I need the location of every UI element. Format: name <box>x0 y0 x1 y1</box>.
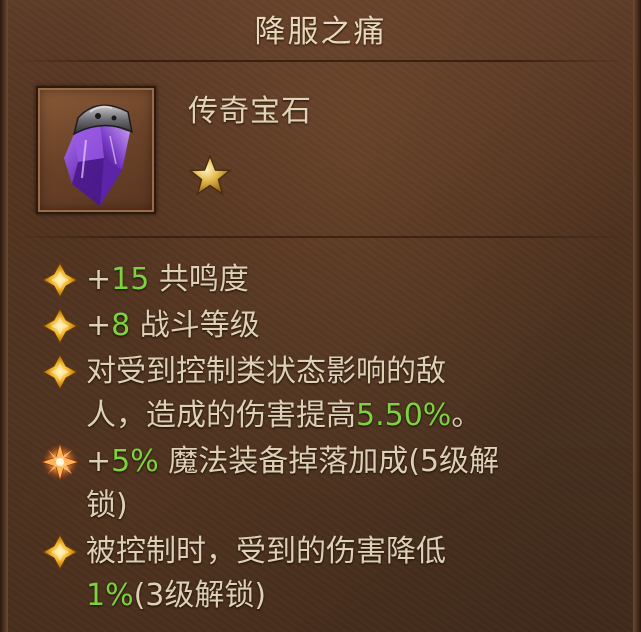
tooltip-right-edge <box>633 0 641 632</box>
stat-text: 魔法装备掉落加成(5级解 <box>158 444 500 479</box>
stat-value: 5% <box>111 444 159 479</box>
title-divider <box>12 60 629 62</box>
stat-line: 对受到控制类状态影响的敌 <box>86 350 446 394</box>
stat-entry: +8 战斗等级 <box>40 304 620 348</box>
stat-text: 人，造成的伤害提高 <box>86 398 356 433</box>
stat-line: +8 战斗等级 <box>86 304 260 348</box>
stat-entry: 对受到控制类状态影响的敌 人，造成的伤害提高5.50%。 <box>40 350 620 438</box>
stat-line: 1%(3级解锁) <box>86 574 266 618</box>
stat-line: 被控制时，受到的伤害降低 <box>86 530 446 574</box>
stat-text: 锁) <box>86 488 128 523</box>
stat-line: +5% 魔法装备掉落加成(5级解 <box>86 440 499 484</box>
stat-entry: 被控制时，受到的伤害降低 1%(3级解锁) <box>40 530 620 618</box>
gold-star-icon <box>187 153 233 196</box>
gold-diamond-bullet-icon <box>41 261 79 299</box>
stat-text: 战斗等级 <box>130 308 260 343</box>
stat-text: + <box>86 444 112 479</box>
orange-sparkle-bullet-icon <box>40 442 80 482</box>
stat-text: + <box>86 308 112 343</box>
stat-value: 15 <box>111 262 150 297</box>
gold-diamond-bullet-icon <box>41 353 79 391</box>
stat-entry: +15 共鸣度 <box>40 258 620 302</box>
stat-line: 锁) <box>86 484 128 528</box>
stat-text: 共鸣度 <box>149 262 249 297</box>
stat-entry: +5% 魔法装备掉落加成(5级解 锁) <box>40 440 620 528</box>
stats-divider <box>12 236 629 238</box>
stat-text: 被控制时，受到的伤害降低 <box>86 534 446 569</box>
item-name: 降服之痛 <box>254 14 387 50</box>
purple-crystal-gem-icon <box>64 104 134 206</box>
gold-diamond-bullet-icon <box>41 533 79 571</box>
item-tooltip: 降服之痛 传奇宝石 +15 共鸣度 +8 战斗等级 对受到控制类状态影响的敌 人… <box>0 0 641 632</box>
stat-value: 1% <box>86 578 134 613</box>
stat-text: + <box>86 262 112 297</box>
stat-text: (3级解锁) <box>133 578 267 613</box>
stat-text: 对受到控制类状态影响的敌 <box>86 354 446 389</box>
stat-line: 人，造成的伤害提高5.50%。 <box>86 394 481 438</box>
gem-type-label: 传奇宝石 <box>188 94 312 129</box>
gold-diamond-bullet-icon <box>41 307 79 345</box>
stat-text: 。 <box>451 398 482 433</box>
tooltip-left-edge <box>0 0 8 632</box>
stat-line: +15 共鸣度 <box>86 258 249 302</box>
stat-value: 8 <box>111 308 131 343</box>
stat-value: 5.50% <box>356 398 452 433</box>
item-icon-frame <box>36 86 156 214</box>
